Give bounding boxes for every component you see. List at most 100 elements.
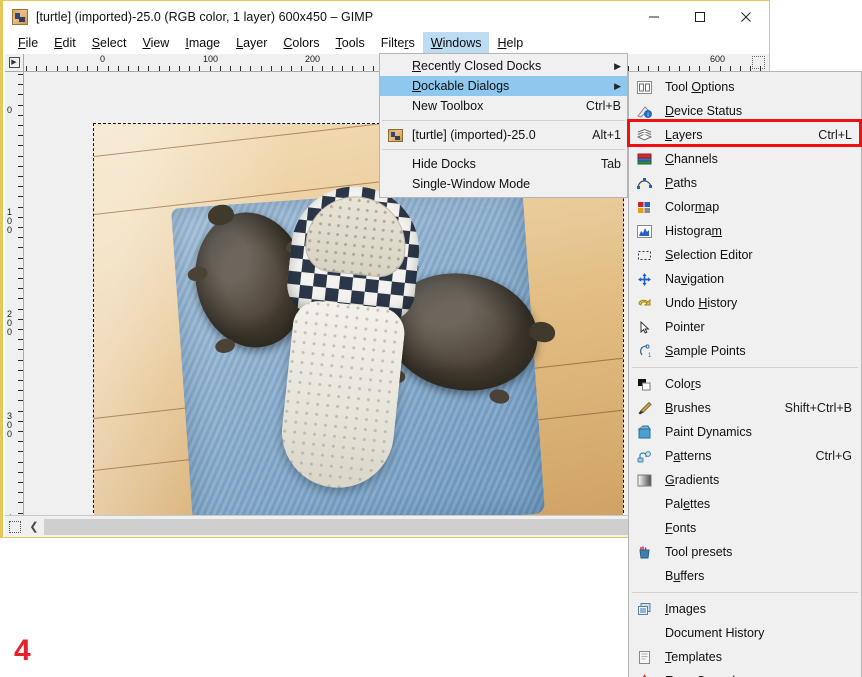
submenu-item-pointer[interactable]: Pointer: [629, 315, 861, 339]
vruler-label-200: 200: [7, 309, 13, 337]
hruler-label-0: 0: [100, 54, 106, 64]
menu-filters[interactable]: Filters: [373, 32, 423, 54]
menu-tools[interactable]: Tools: [328, 32, 373, 54]
submenu-item-label: Palettes: [665, 497, 711, 511]
submenu-item-tool-options[interactable]: Tool Options: [629, 75, 861, 99]
menu-windows[interactable]: Windows: [422, 32, 490, 54]
ruler-tick: [18, 462, 23, 463]
hruler-label-600: 600: [710, 54, 726, 64]
maximize-icon[interactable]: [677, 1, 723, 32]
ruler-tick: [18, 472, 23, 473]
ruler-tick: [18, 319, 23, 320]
ruler-tick: [261, 66, 262, 71]
submenu-item-document-history[interactable]: Document History: [629, 621, 861, 645]
ruler-tick: [18, 258, 23, 259]
submenu-item-error-console[interactable]: Error Console: [629, 669, 861, 677]
dockable-dialogs-submenu[interactable]: Tool Options i Device Status Layers Ctrl…: [628, 71, 862, 677]
ruler-unit-icon[interactable]: ▶: [5, 54, 24, 72]
menu-item-hide-docks[interactable]: Hide Docks Tab: [380, 154, 627, 174]
submenu-item-label: Tool Options: [665, 80, 735, 94]
ruler-tick: [18, 390, 23, 391]
ruler-tick: [87, 66, 88, 71]
menu-item-dockable-dialogs[interactable]: Dockable Dialogs ▶: [380, 76, 627, 96]
pointer-icon: [636, 320, 665, 335]
paint-dynamics-icon: [636, 425, 665, 440]
colors-icon: [636, 377, 665, 392]
ruler-tick: [77, 66, 78, 71]
menu-item-accel: Ctrl+B: [585, 99, 621, 113]
ruler-tick: [342, 66, 343, 71]
submenu-item-label: Buffers: [665, 569, 705, 583]
brushes-icon: [636, 401, 665, 416]
submenu-item-images[interactable]: Images: [629, 597, 861, 621]
submenu-item-paths[interactable]: Paths: [629, 171, 861, 195]
ruler-tick: [18, 298, 23, 299]
quick-mask-icon[interactable]: [5, 517, 24, 536]
submenu-item-sample-points[interactable]: 1 Sample Points: [629, 339, 861, 363]
menu-item-label: Dockable Dialogs: [412, 79, 510, 93]
ruler-tick: [18, 186, 23, 187]
submenu-item-selection-editor[interactable]: Selection Editor: [629, 243, 861, 267]
menu-image[interactable]: Image: [177, 32, 228, 54]
submenu-item-channels[interactable]: Channels: [629, 147, 861, 171]
submenu-item-patterns[interactable]: Patterns Ctrl+G: [629, 444, 861, 468]
submenu-item-paint-dynamics[interactable]: Paint Dynamics: [629, 420, 861, 444]
ruler-tick: [18, 451, 23, 452]
menu-file[interactable]: File: [10, 32, 46, 54]
submenu-item-buffers[interactable]: Buffers: [629, 564, 861, 588]
menu-item-single-window-mode[interactable]: Single-Window Mode: [380, 174, 627, 194]
menu-select[interactable]: Select: [84, 32, 135, 54]
menu-item-accel: Alt+1: [592, 128, 621, 142]
submenu-item-fonts[interactable]: Fonts: [629, 516, 861, 540]
submenu-item-colormap[interactable]: Colormap: [629, 195, 861, 219]
menu-view[interactable]: View: [134, 32, 177, 54]
zoom-image-icon[interactable]: [752, 56, 765, 69]
submenu-item-colors[interactable]: Colors: [629, 372, 861, 396]
menu-colors[interactable]: Colors: [275, 32, 327, 54]
ruler-tick: [36, 66, 37, 71]
menu-help[interactable]: Help: [489, 32, 531, 54]
menu-edit[interactable]: Edit: [46, 32, 84, 54]
minimize-icon[interactable]: [631, 1, 677, 32]
submenu-item-label: Brushes: [665, 401, 711, 415]
menu-item-label: Single-Window Mode: [412, 177, 531, 191]
menu-separator: [382, 149, 625, 150]
menu-bar: File Edit Select View Image Layer Colors…: [3, 32, 769, 54]
hruler-label-100: 100: [203, 54, 219, 64]
ruler-tick: [18, 166, 23, 167]
submenu-item-gradients[interactable]: Gradients: [629, 468, 861, 492]
menu-item-accel: Tab: [600, 157, 621, 171]
ruler-tick: [18, 370, 23, 371]
submenu-item-brushes[interactable]: Brushes Shift+Ctrl+B: [629, 396, 861, 420]
menu-layer[interactable]: Layer: [228, 32, 275, 54]
image-thumbnail-icon: [388, 128, 403, 142]
submenu-item-histogram[interactable]: Histogram: [629, 219, 861, 243]
close-icon[interactable]: [723, 1, 769, 32]
ruler-tick: [271, 66, 272, 71]
ruler-tick: [18, 84, 23, 85]
vruler-label-300: 300: [7, 411, 13, 439]
submenu-item-label: Pointer: [665, 320, 705, 334]
ruler-tick: [332, 66, 333, 71]
menu-item-recently-closed-docks[interactable]: Recently Closed Docks ▶: [380, 56, 627, 76]
ruler-tick: [108, 66, 109, 71]
menu-separator: [382, 120, 625, 121]
submenu-item-undo-history[interactable]: Undo History: [629, 291, 861, 315]
submenu-item-device-status[interactable]: i Device Status: [629, 99, 861, 123]
submenu-item-navigation[interactable]: Navigation: [629, 267, 861, 291]
submenu-item-palettes[interactable]: Palettes: [629, 492, 861, 516]
windows-dropdown-menu[interactable]: Recently Closed Docks ▶ Dockable Dialogs…: [379, 53, 628, 198]
menu-item-turtle-image[interactable]: [turtle] (imported)-25.0 Alt+1: [380, 125, 627, 145]
menu-item-new-toolbox[interactable]: New Toolbox Ctrl+B: [380, 96, 627, 116]
ruler-tick: [46, 66, 47, 71]
vertical-ruler[interactable]: 0 100 200 300 4: [5, 72, 24, 515]
submenu-item-label: Paint Dynamics: [665, 425, 752, 439]
submenu-item-tool-presets[interactable]: Tool presets: [629, 540, 861, 564]
ruler-tick: [179, 66, 180, 71]
ruler-unit-glyph: ▶: [8, 57, 20, 68]
svg-text:1: 1: [648, 353, 652, 359]
submenu-item-label: Patterns: [665, 449, 712, 463]
submenu-item-templates[interactable]: Templates: [629, 645, 861, 669]
submenu-item-layers[interactable]: Layers Ctrl+L: [629, 123, 861, 147]
chevron-left-icon[interactable]: ❮: [24, 516, 44, 537]
